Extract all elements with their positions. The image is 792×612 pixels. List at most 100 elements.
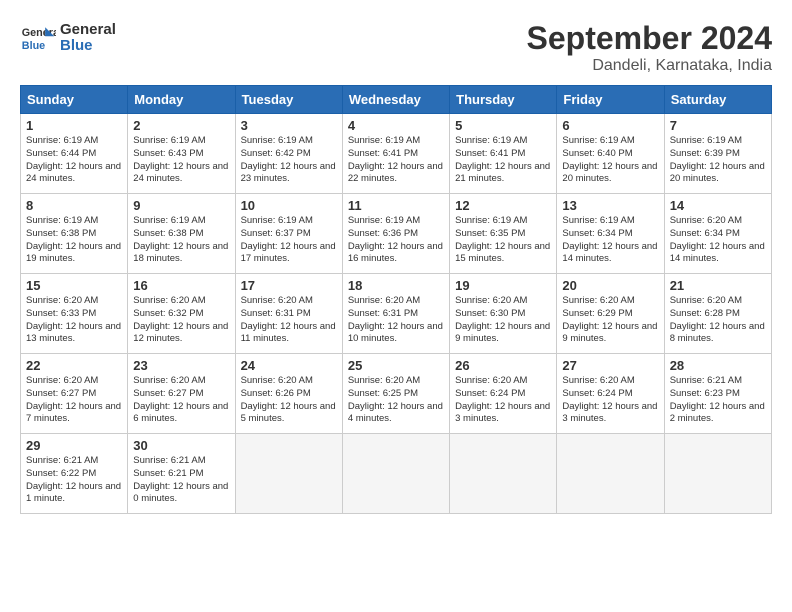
calendar-cell: 27 Sunrise: 6:20 AMSunset: 6:24 PMDayligh…: [557, 354, 664, 434]
day-info: Sunrise: 6:20 AMSunset: 6:33 PMDaylight:…: [26, 295, 122, 346]
day-info: Sunrise: 6:20 AMSunset: 6:27 PMDaylight:…: [26, 375, 122, 426]
calendar-cell: 4Sunrise: 6:19 AMSunset: 6:41 PMDaylight…: [342, 114, 449, 194]
calendar-cell: [557, 434, 664, 514]
day-number: 12: [455, 198, 551, 213]
day-number: 25: [348, 358, 444, 373]
day-info: Sunrise: 6:19 AMSunset: 6:38 PMDaylight:…: [133, 215, 229, 266]
calendar-cell: [450, 434, 557, 514]
day-number: 28: [670, 358, 766, 373]
day-info: Sunrise: 6:19 AMSunset: 6:41 PMDaylight:…: [455, 135, 551, 186]
day-info: Sunrise: 6:20 AMSunset: 6:25 PMDaylight:…: [348, 375, 444, 426]
calendar-cell: 22 Sunrise: 6:20 AMSunset: 6:27 PMDayligh…: [21, 354, 128, 434]
title-block: September 2024 Dandeli, Karnataka, India: [527, 20, 772, 75]
day-number: 24: [241, 358, 337, 373]
weekday-header-sunday: Sunday: [21, 86, 128, 114]
day-info: Sunrise: 6:19 AMSunset: 6:39 PMDaylight:…: [670, 135, 766, 186]
calendar-cell: 29Sunrise: 6:21 AMSunset: 6:22 PMDayligh…: [21, 434, 128, 514]
day-info: Sunrise: 6:21 AMSunset: 6:21 PMDaylight:…: [133, 455, 229, 506]
calendar-cell: 21 Sunrise: 6:20 AMSunset: 6:28 PMDayligh…: [664, 274, 771, 354]
day-number: 6: [562, 118, 658, 133]
day-info: Sunrise: 6:20 AMSunset: 6:24 PMDaylight:…: [562, 375, 658, 426]
day-number: 5: [455, 118, 551, 133]
day-number: 7: [670, 118, 766, 133]
day-info: Sunrise: 6:19 AMSunset: 6:34 PMDaylight:…: [562, 215, 658, 266]
day-info: Sunrise: 6:20 AMSunset: 6:31 PMDaylight:…: [241, 295, 337, 346]
day-number: 21: [670, 278, 766, 293]
day-number: 15: [26, 278, 122, 293]
day-info: Sunrise: 6:19 AMSunset: 6:36 PMDaylight:…: [348, 215, 444, 266]
calendar-cell: 9 Sunrise: 6:19 AMSunset: 6:38 PMDaylight…: [128, 194, 235, 274]
calendar-cell: 1 Sunrise: 6:19 AMSunset: 6:44 PMDaylight…: [21, 114, 128, 194]
day-info: Sunrise: 6:20 AMSunset: 6:26 PMDaylight:…: [241, 375, 337, 426]
calendar-cell: 5 Sunrise: 6:19 AMSunset: 6:41 PMDaylight…: [450, 114, 557, 194]
day-number: 20: [562, 278, 658, 293]
calendar-cell: 23Sunrise: 6:20 AMSunset: 6:27 PMDayligh…: [128, 354, 235, 434]
calendar-cell: 12 Sunrise: 6:19 AMSunset: 6:35 PMDayligh…: [450, 194, 557, 274]
calendar-cell: 15 Sunrise: 6:20 AMSunset: 6:33 PMDayligh…: [21, 274, 128, 354]
day-info: Sunrise: 6:19 AMSunset: 6:35 PMDaylight:…: [455, 215, 551, 266]
weekday-header-monday: Monday: [128, 86, 235, 114]
day-info: Sunrise: 6:20 AMSunset: 6:28 PMDaylight:…: [670, 295, 766, 346]
day-info: Sunrise: 6:20 AMSunset: 6:31 PMDaylight:…: [348, 295, 444, 346]
day-info: Sunrise: 6:20 AMSunset: 6:34 PMDaylight:…: [670, 215, 766, 266]
calendar-cell: 6 Sunrise: 6:19 AMSunset: 6:40 PMDaylight…: [557, 114, 664, 194]
calendar-cell: 16 Sunrise: 6:20 AMSunset: 6:32 PMDayligh…: [128, 274, 235, 354]
calendar-cell: 25 Sunrise: 6:20 AMSunset: 6:25 PMDayligh…: [342, 354, 449, 434]
calendar-cell: 10Sunrise: 6:19 AMSunset: 6:37 PMDayligh…: [235, 194, 342, 274]
day-number: 22: [26, 358, 122, 373]
calendar-cell: 3Sunrise: 6:19 AMSunset: 6:42 PMDaylight…: [235, 114, 342, 194]
calendar-cell: 13Sunrise: 6:19 AMSunset: 6:34 PMDayligh…: [557, 194, 664, 274]
calendar-cell: 8 Sunrise: 6:19 AMSunset: 6:38 PMDaylight…: [21, 194, 128, 274]
day-number: 8: [26, 198, 122, 213]
svg-text:Blue: Blue: [22, 40, 45, 52]
calendar-cell: 28 Sunrise: 6:21 AMSunset: 6:23 PMDayligh…: [664, 354, 771, 434]
day-info: Sunrise: 6:21 AMSunset: 6:23 PMDaylight:…: [670, 375, 766, 426]
calendar-cell: 20 Sunrise: 6:20 AMSunset: 6:29 PMDayligh…: [557, 274, 664, 354]
month-year: September 2024: [527, 20, 772, 57]
logo-icon: General Blue: [20, 20, 56, 56]
weekday-header-thursday: Thursday: [450, 86, 557, 114]
logo-line2: Blue: [60, 38, 116, 55]
day-info: Sunrise: 6:19 AMSunset: 6:44 PMDaylight:…: [26, 135, 122, 186]
day-number: 23: [133, 358, 229, 373]
day-info: Sunrise: 6:19 AMSunset: 6:37 PMDaylight:…: [241, 215, 337, 266]
calendar-cell: 2 Sunrise: 6:19 AMSunset: 6:43 PMDaylight…: [128, 114, 235, 194]
calendar-cell: 18 Sunrise: 6:20 AMSunset: 6:31 PMDayligh…: [342, 274, 449, 354]
weekday-header-row: SundayMondayTuesdayWednesdayThursdayFrid…: [21, 86, 772, 114]
logo-line1: General: [60, 22, 116, 39]
calendar-week-3: 15 Sunrise: 6:20 AMSunset: 6:33 PMDayligh…: [21, 274, 772, 354]
calendar-cell: 19 Sunrise: 6:20 AMSunset: 6:30 PMDayligh…: [450, 274, 557, 354]
day-number: 17: [241, 278, 337, 293]
day-number: 2: [133, 118, 229, 133]
day-number: 1: [26, 118, 122, 133]
weekday-header-wednesday: Wednesday: [342, 86, 449, 114]
day-number: 14: [670, 198, 766, 213]
day-info: Sunrise: 6:20 AMSunset: 6:32 PMDaylight:…: [133, 295, 229, 346]
day-info: Sunrise: 6:19 AMSunset: 6:40 PMDaylight:…: [562, 135, 658, 186]
day-number: 27: [562, 358, 658, 373]
calendar-cell: 11 Sunrise: 6:19 AMSunset: 6:36 PMDayligh…: [342, 194, 449, 274]
weekday-header-tuesday: Tuesday: [235, 86, 342, 114]
calendar-week-2: 8 Sunrise: 6:19 AMSunset: 6:38 PMDaylight…: [21, 194, 772, 274]
page-header: General Blue General Blue September 2024…: [20, 20, 772, 75]
day-number: 19: [455, 278, 551, 293]
calendar-cell: 17 Sunrise: 6:20 AMSunset: 6:31 PMDayligh…: [235, 274, 342, 354]
day-info: Sunrise: 6:20 AMSunset: 6:30 PMDaylight:…: [455, 295, 551, 346]
day-info: Sunrise: 6:20 AMSunset: 6:24 PMDaylight:…: [455, 375, 551, 426]
calendar-cell: [235, 434, 342, 514]
day-number: 3: [241, 118, 337, 133]
calendar-cell: 14 Sunrise: 6:20 AMSunset: 6:34 PMDayligh…: [664, 194, 771, 274]
day-number: 11: [348, 198, 444, 213]
day-info: Sunrise: 6:21 AMSunset: 6:22 PMDaylight:…: [26, 455, 122, 506]
day-number: 16: [133, 278, 229, 293]
weekday-header-saturday: Saturday: [664, 86, 771, 114]
day-info: Sunrise: 6:20 AMSunset: 6:29 PMDaylight:…: [562, 295, 658, 346]
location: Dandeli, Karnataka, India: [527, 57, 772, 75]
day-info: Sunrise: 6:19 AMSunset: 6:43 PMDaylight:…: [133, 135, 229, 186]
calendar-cell: [342, 434, 449, 514]
day-number: 18: [348, 278, 444, 293]
day-number: 9: [133, 198, 229, 213]
day-info: Sunrise: 6:19 AMSunset: 6:38 PMDaylight:…: [26, 215, 122, 266]
day-number: 30: [133, 438, 229, 453]
calendar-cell: [664, 434, 771, 514]
